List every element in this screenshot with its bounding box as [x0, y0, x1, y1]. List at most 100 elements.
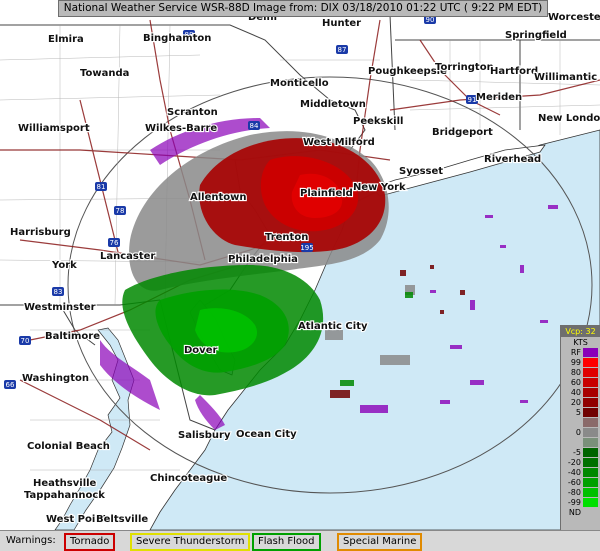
- city-label-towanda: Towanda: [80, 68, 129, 79]
- svg-text:76: 76: [110, 239, 119, 247]
- city-label-hunter: Hunter: [322, 18, 361, 29]
- city-label-dover: Dover: [184, 345, 217, 356]
- city-label-york: York: [51, 260, 77, 271]
- legend-swatch: [583, 448, 598, 457]
- city-label-atlantic-city: Atlantic City: [298, 321, 368, 332]
- legend-label: ND: [568, 508, 581, 517]
- legend-label: -5: [573, 448, 581, 457]
- legend-row: 20: [561, 398, 600, 408]
- city-label-beltsville: Beltsville: [96, 514, 148, 525]
- city-label-colonial-beach: Colonial Beach: [27, 441, 110, 452]
- city-label-peekskill: Peekskill: [353, 116, 403, 127]
- svg-text:87: 87: [338, 46, 347, 54]
- legend-label: 40: [570, 388, 581, 397]
- shield-icon: 87: [336, 45, 348, 54]
- legend-row: -40: [561, 468, 600, 478]
- warning-special-marine-button[interactable]: Special Marine: [337, 533, 423, 551]
- legend-swatch: [583, 358, 598, 367]
- legend-row: 0: [561, 428, 600, 438]
- warning-flash-flood-button[interactable]: Flash Flood: [252, 533, 321, 551]
- city-label-middletown: Middletown: [300, 99, 366, 110]
- city-label-riverhead: Riverhead: [484, 154, 541, 165]
- legend-row: ND: [561, 508, 600, 518]
- legend-swatch: [583, 418, 598, 427]
- legend-swatch: [583, 478, 598, 487]
- legend-swatch: [583, 498, 598, 507]
- city-label-elmira: Elmira: [48, 34, 84, 45]
- legend-row: 80: [561, 368, 600, 378]
- city-label-hartford: Hartford: [490, 66, 538, 77]
- legend-swatch: [583, 398, 598, 407]
- velocity-legend: Vcp: 32 KTS RF 99 80 60 40 20 5 0 -5 -20 -40 -60 -80…: [560, 325, 600, 545]
- city-label-trenton: Trenton: [265, 232, 308, 243]
- city-label-plainfield: Plainfield: [300, 188, 353, 199]
- svg-text:78: 78: [116, 207, 125, 215]
- city-label-worcester: Worcester: [548, 12, 600, 23]
- city-label-westminster: Westminster: [24, 302, 96, 313]
- legend-row: 5: [561, 408, 600, 418]
- warning-tornado-button[interactable]: Tornado: [64, 533, 116, 551]
- warnings-bar: Warnings: Tornado Severe Thunderstorm Flas…: [0, 530, 600, 551]
- city-label-scranton: Scranton: [167, 107, 218, 118]
- city-label-lancaster: Lancaster: [100, 251, 155, 262]
- city-label-new-london: New London: [538, 113, 600, 124]
- legend-row: RF: [561, 348, 600, 358]
- city-label-williamsport: Williamsport: [18, 123, 90, 134]
- city-label-philadelphia: Philadelphia: [228, 254, 298, 265]
- legend-row: -80: [561, 488, 600, 498]
- city-label-springfield: Springfield: [505, 30, 567, 41]
- vcp-label: Vcp: 32: [561, 326, 600, 337]
- legend-row: -60: [561, 478, 600, 488]
- city-label-harrisburg: Harrisburg: [10, 227, 71, 238]
- city-label-syosset: Syosset: [399, 166, 443, 177]
- legend-swatch: [583, 408, 598, 417]
- svg-text:66: 66: [6, 381, 15, 389]
- legend-swatch: [583, 388, 598, 397]
- legend-row: 99: [561, 358, 600, 368]
- shield-icon: 84: [248, 121, 260, 130]
- legend-label: RF: [570, 348, 581, 357]
- legend-row: [561, 438, 600, 448]
- shield-icon: 70: [19, 336, 31, 345]
- svg-text:83: 83: [54, 288, 63, 296]
- shield-icon: 81: [95, 182, 107, 191]
- legend-row: -5: [561, 448, 600, 458]
- svg-text:84: 84: [250, 122, 259, 130]
- shield-icon: 78: [114, 206, 126, 215]
- radar-title-bar: National Weather Service WSR-88D Image f…: [58, 0, 548, 17]
- legend-label: -60: [567, 478, 581, 487]
- warnings-label: Warnings:: [6, 535, 56, 546]
- shield-icon: 83: [52, 287, 64, 296]
- warning-severe-thunderstorm-button[interactable]: Severe Thunderstorm: [130, 533, 251, 551]
- legend-swatch: [583, 458, 598, 467]
- city-label-allentown: Allentown: [190, 192, 247, 203]
- city-label-wilkes-barre: Wilkes-Barre: [145, 123, 217, 134]
- city-label-new-york: New York: [353, 182, 406, 193]
- units-label: KTS: [573, 338, 588, 347]
- legend-swatch: [583, 348, 598, 357]
- city-label-tappahannock: Tappahannock: [24, 490, 105, 501]
- city-label-ocean-city: Ocean City: [236, 429, 297, 440]
- legend-swatch: [583, 428, 598, 437]
- radar-map: 88 90 87 91 84 81 78 76 195 83 70 66 Elm…: [0, 11, 600, 530]
- legend-row: -99: [561, 498, 600, 508]
- svg-text:81: 81: [97, 183, 106, 191]
- legend-row: -20: [561, 458, 600, 468]
- svg-text:195: 195: [300, 244, 313, 252]
- city-label-salisbury: Salisbury: [178, 430, 231, 441]
- city-label-bridgeport: Bridgeport: [432, 127, 493, 138]
- legend-swatch: [583, 438, 598, 447]
- legend-label: 20: [570, 398, 581, 407]
- legend-label: 80: [570, 368, 581, 377]
- legend-rows: RF 99 80 60 40 20 5 0 -5 -20 -40 -60 -80 -99 ND: [561, 348, 600, 518]
- city-label-heathsville: Heathsville: [33, 478, 97, 489]
- legend-row: 40: [561, 388, 600, 398]
- legend-label: 60: [570, 378, 581, 387]
- legend-label: -80: [567, 488, 581, 497]
- legend-label: -20: [567, 458, 581, 467]
- shield-icon: 195: [300, 243, 314, 252]
- legend-swatch: [583, 468, 598, 477]
- legend-swatch: [583, 488, 598, 497]
- legend-label: -99: [567, 498, 581, 507]
- city-label-monticello: Monticello: [270, 78, 329, 89]
